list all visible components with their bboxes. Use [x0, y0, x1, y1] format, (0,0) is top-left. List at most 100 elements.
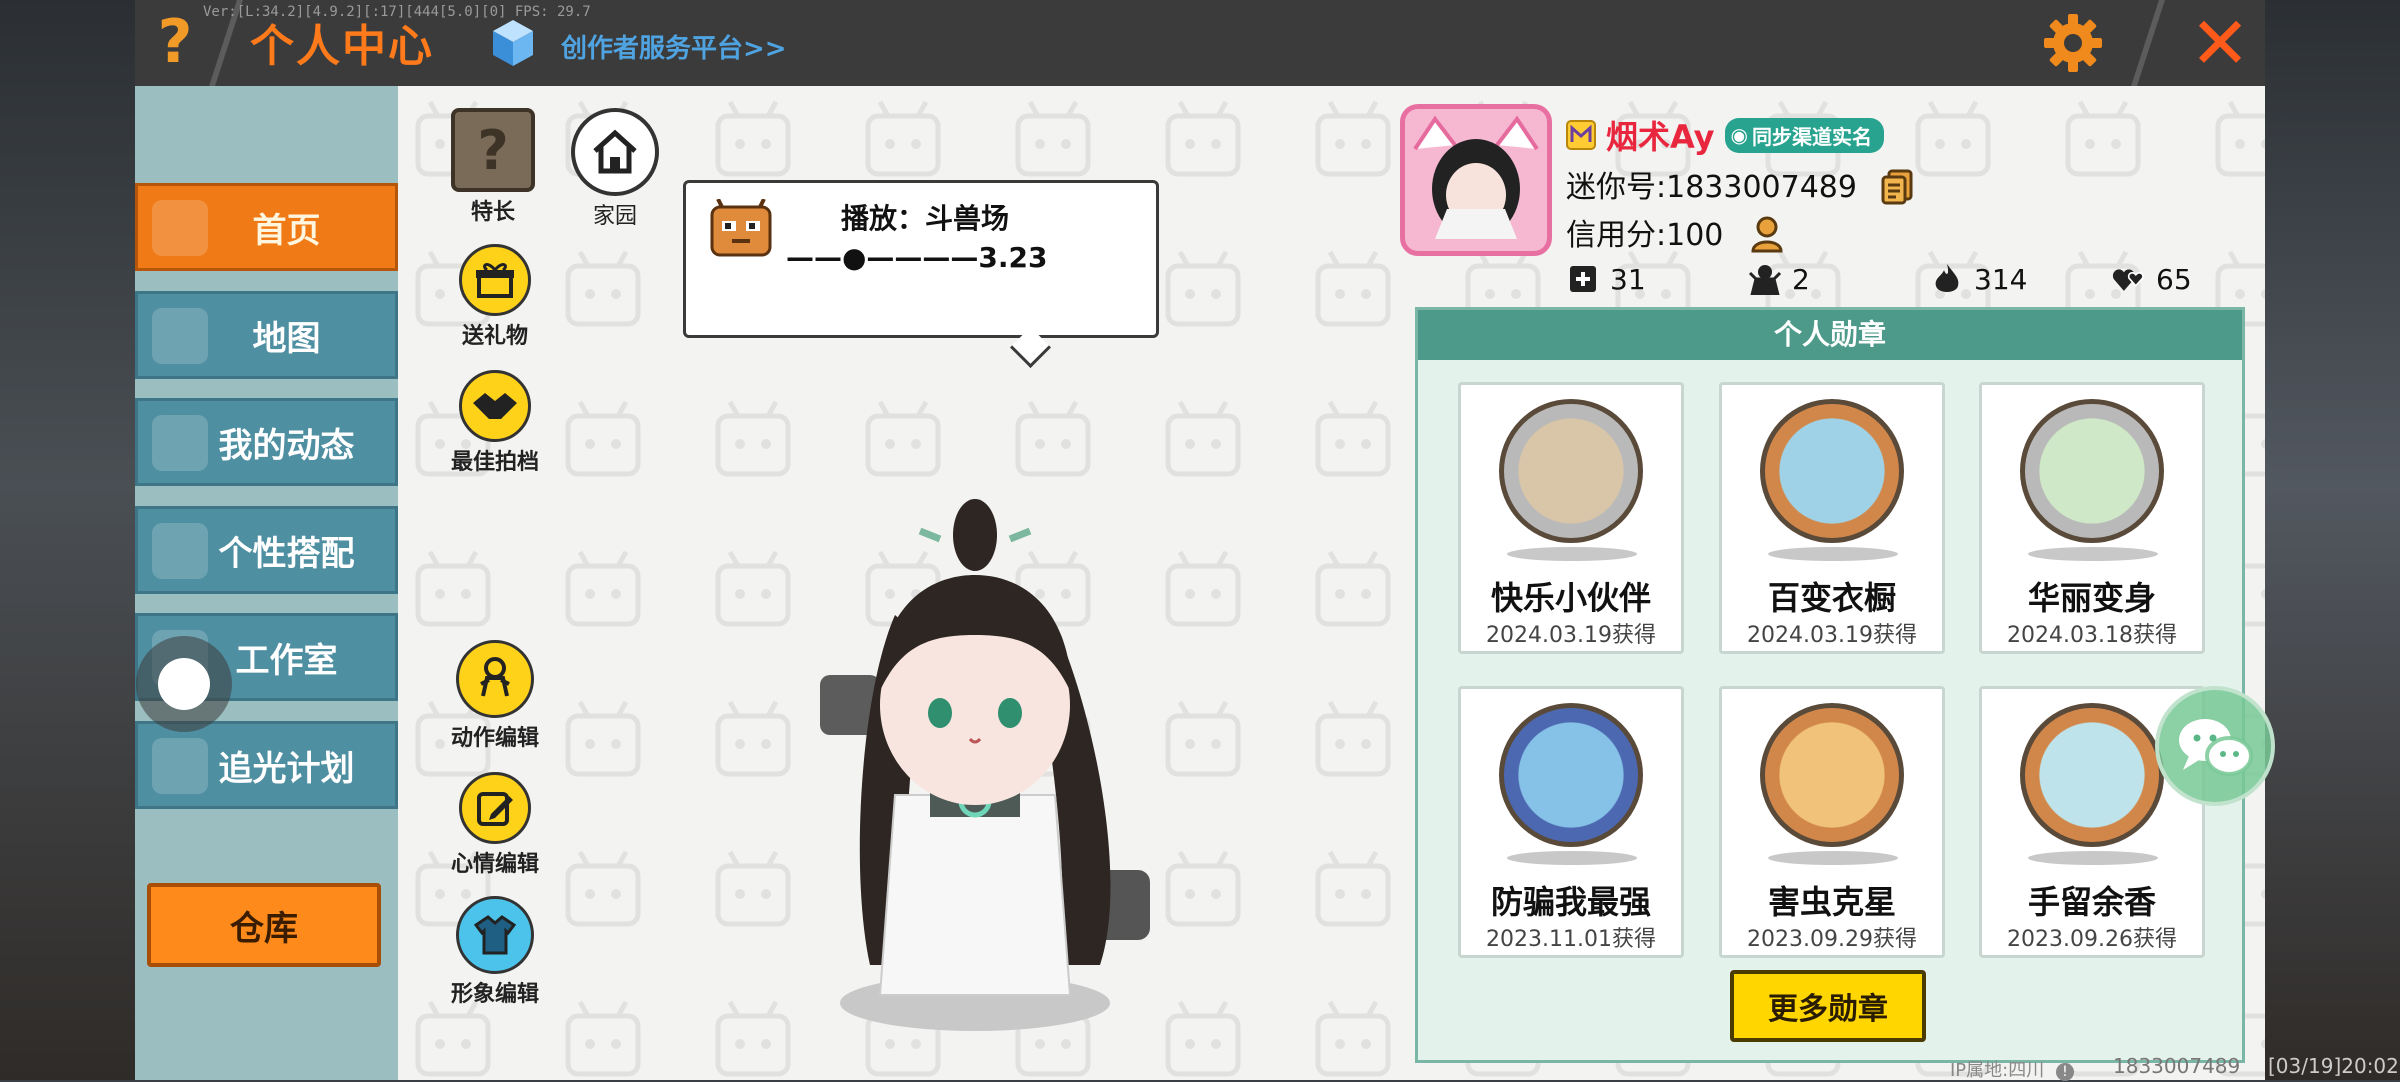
- stats-row: 31 2 314 65: [1566, 262, 2294, 296]
- stat-hearts[interactable]: 65: [2112, 262, 2294, 296]
- sidebar-item-map[interactable]: 地图: [135, 291, 398, 379]
- sync-realname-label: 同步渠道实名: [1751, 124, 1872, 149]
- stat-likes[interactable]: 31: [1566, 262, 1748, 296]
- medal-shadow: [1768, 851, 1898, 865]
- chat-button[interactable]: [2155, 686, 2275, 806]
- medal-icon: [1760, 703, 1904, 847]
- medal-icon: [1760, 399, 1904, 543]
- medal-panel-title: 个人勋章: [1418, 310, 2242, 360]
- stat-popularity[interactable]: 314: [1930, 262, 2112, 296]
- sidebar-item-label: 我的动态: [218, 425, 355, 466]
- background-scene-left: [0, 0, 135, 1080]
- cube-icon: [493, 20, 533, 66]
- outfit-icon: [152, 523, 208, 579]
- medal-shadow: [1507, 547, 1637, 561]
- medal-date: 2023.09.29获得: [1747, 927, 1917, 952]
- home-garden-button[interactable]: 家园: [560, 108, 670, 230]
- medal-name: 华丽变身: [2027, 579, 2156, 617]
- sidebar-item-label: 首页: [252, 210, 321, 251]
- medal-icon: [1499, 399, 1643, 543]
- sync-realname-badge[interactable]: ◉ 同步渠道实名: [1724, 117, 1884, 153]
- medal-shadow: [1768, 547, 1898, 561]
- stat-value: 2: [1792, 262, 1810, 296]
- mini-badge-icon: [1566, 120, 1596, 150]
- sidebar-item-label: 追光计划: [218, 748, 355, 789]
- specialty-button[interactable]: ? 特长: [438, 108, 548, 226]
- figure-icon: [456, 640, 534, 718]
- sidebar-item-label: 地图: [252, 318, 321, 359]
- footer-uid: 1833007489: [2113, 1054, 2241, 1078]
- music-bubble[interactable]: 播放：斗兽场 ——●————3.23: [683, 180, 1159, 369]
- stat-value: 31: [1610, 262, 1646, 296]
- sidebar-item-label: 个性搭配: [218, 533, 355, 574]
- gift-icon: [459, 244, 531, 316]
- medal-card[interactable]: 百变衣橱 2024.03.19获得: [1719, 382, 1945, 654]
- question-icon: ?: [451, 108, 535, 192]
- joystick-knob[interactable]: [158, 658, 210, 710]
- sidebar-item-chase-light[interactable]: 追光计划: [135, 721, 398, 809]
- medal-date: 2024.03.18获得: [2007, 623, 2177, 648]
- username: 烟术Ay: [1606, 118, 1715, 156]
- medal-date: 2024.03.19获得: [1486, 623, 1656, 648]
- image-edit-button[interactable]: 形象编辑: [440, 896, 550, 1008]
- sidebar-item-outfit[interactable]: 个性搭配: [135, 506, 398, 594]
- action-edit-button[interactable]: 动作编辑: [440, 640, 550, 752]
- person-check-icon: ◉: [1730, 123, 1748, 147]
- top-bar: ? Ver:[L:34.2][4.9.2][:17][444[5.0][0] F…: [135, 0, 2265, 89]
- help-button[interactable]: ?: [145, 10, 205, 74]
- medal-card[interactable]: 害虫克星 2023.09.29获得: [1719, 686, 1945, 958]
- medal-icon: [2020, 703, 2164, 847]
- avatar[interactable]: [1400, 104, 1552, 256]
- medal-date: 2023.11.01获得: [1486, 927, 1656, 952]
- specialty-label: 特长: [470, 200, 515, 225]
- home-icon: [152, 200, 208, 256]
- chat-bubbles-icon: [2179, 719, 2253, 776]
- player-character[interactable]: [800, 495, 1220, 1035]
- medal-date: 2024.03.19获得: [1747, 623, 1917, 648]
- joystick[interactable]: [136, 636, 232, 732]
- medal-card[interactable]: 快乐小伙伴 2024.03.19获得: [1458, 382, 1684, 654]
- bell-icon: [152, 415, 208, 471]
- stat-value: 65: [2156, 262, 2192, 296]
- home-garden-label: 家园: [592, 204, 637, 229]
- best-partner-button[interactable]: 最佳拍档: [440, 370, 550, 476]
- copy-icon[interactable]: [1881, 169, 1915, 205]
- info-icon[interactable]: !: [2055, 1063, 2074, 1081]
- close-button[interactable]: ✕: [2185, 7, 2255, 79]
- medal-shadow: [1507, 851, 1637, 865]
- divider: [2131, 0, 2165, 86]
- medal-icon: [1499, 703, 1643, 847]
- medal-card[interactable]: 防骗我最强 2023.11.01获得: [1458, 686, 1684, 958]
- medal-name: 快乐小伙伴: [1490, 579, 1651, 617]
- now-playing-text: 播放：斗兽场: [841, 202, 1010, 235]
- send-gift-label: 送礼物: [461, 324, 528, 349]
- more-medals-button[interactable]: 更多勋章: [1730, 970, 1926, 1042]
- stat-fans[interactable]: 2: [1748, 262, 1930, 296]
- ip-location-text: IP属地:四川: [1950, 1060, 2045, 1081]
- mini-id: 迷你号:1833007489: [1566, 162, 1915, 206]
- page-title: 个人中心: [250, 21, 434, 72]
- flame-icon: [1930, 262, 1964, 296]
- name-row: 烟术Ay ◉ 同步渠道实名: [1566, 112, 1884, 158]
- warehouse-button[interactable]: 仓库: [147, 883, 381, 967]
- mood-edit-button[interactable]: 心情编辑: [440, 772, 550, 878]
- medal-card[interactable]: 华丽变身 2024.03.18获得: [1979, 382, 2205, 654]
- sidebar-item-home[interactable]: 首页: [135, 183, 398, 271]
- edit-pencil-icon: [459, 772, 531, 844]
- track-progress-text: ——●————3.23: [786, 241, 1048, 274]
- sidebar-item-label: 工作室: [235, 640, 338, 681]
- medal-name: 害虫克星: [1767, 883, 1896, 921]
- medal-name: 防骗我最强: [1490, 883, 1651, 921]
- medal-date: 2023.09.26获得: [2007, 927, 2177, 952]
- medal-shadow: [2028, 547, 2158, 561]
- sidebar-item-my-feed[interactable]: 我的动态: [135, 398, 398, 486]
- send-gift-button[interactable]: 送礼物: [440, 244, 550, 350]
- house-icon: [571, 108, 659, 196]
- credit-score-text: 信用分:100: [1566, 218, 1724, 253]
- creator-platform-link[interactable]: 创作者服务平台>>: [561, 28, 787, 65]
- gear-icon[interactable]: [2042, 12, 2104, 74]
- credit-person-icon[interactable]: [1749, 215, 1789, 255]
- handshake-icon: [459, 370, 531, 442]
- plus-box-icon: [1566, 262, 1600, 296]
- credit-score: 信用分:100: [1566, 210, 1789, 255]
